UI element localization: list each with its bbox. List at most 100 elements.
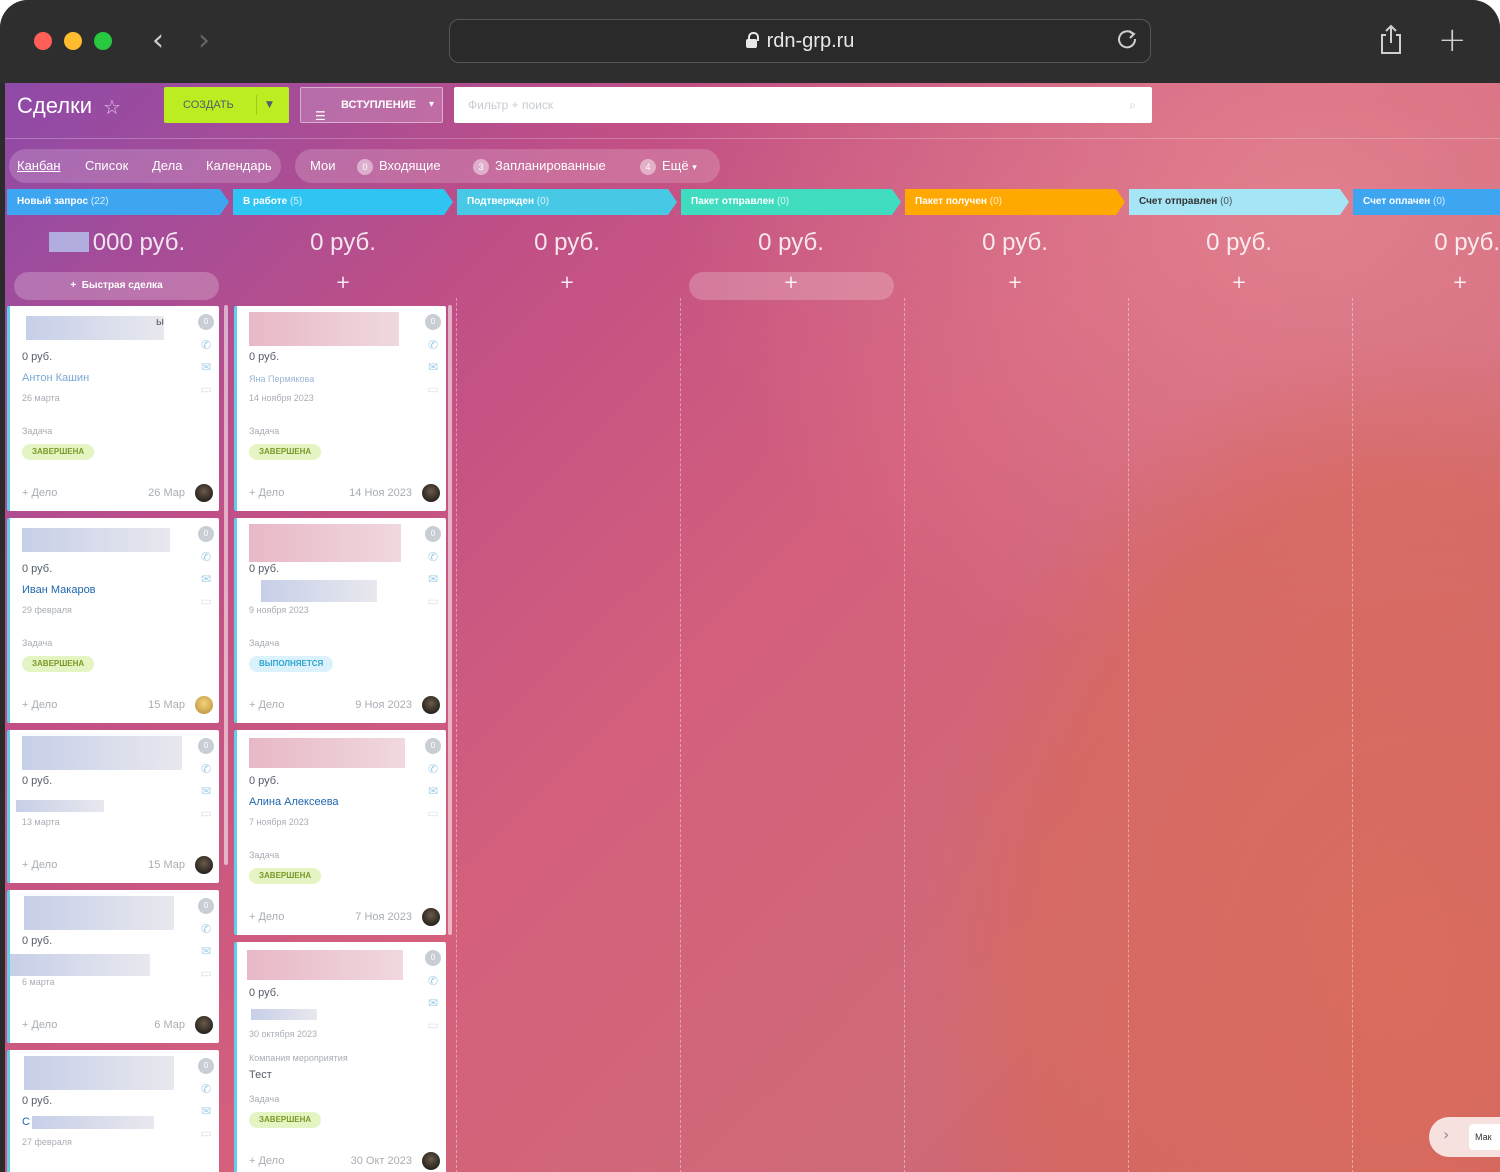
mail-icon[interactable]: ✉: [199, 784, 213, 798]
avatar[interactable]: [422, 1152, 440, 1170]
status-circle-icon[interactable]: 0: [425, 314, 441, 330]
add-deal-button[interactable]: +: [681, 272, 901, 293]
tab-list[interactable]: Список: [85, 158, 128, 173]
mail-icon[interactable]: ✉: [426, 360, 440, 374]
quick-deal-button[interactable]: + Быстрая сделка: [14, 272, 219, 300]
tab-kanban[interactable]: Канбан: [17, 158, 61, 173]
filter-more[interactable]: 4 Ещё ▾: [640, 158, 697, 175]
phone-icon[interactable]: ✆: [199, 762, 213, 776]
chat-icon[interactable]: ▭: [199, 382, 213, 396]
chat-icon[interactable]: ▭: [426, 1018, 440, 1032]
avatar[interactable]: [195, 696, 213, 714]
chat-icon[interactable]: ▭: [199, 966, 213, 980]
chat-icon[interactable]: ▭: [199, 1126, 213, 1140]
chat-icon[interactable]: ▭: [426, 382, 440, 396]
phone-icon[interactable]: ✆: [426, 762, 440, 776]
deal-contact[interactable]: Иван Макаров: [22, 584, 96, 596]
create-button[interactable]: СОЗДАТЬ ▼: [164, 87, 289, 123]
add-deal-button[interactable]: +: [1129, 272, 1349, 293]
close-window-button[interactable]: [34, 32, 52, 50]
tab-tasks[interactable]: Дела: [152, 158, 182, 173]
deal-card[interactable]: 0 ✆ ✉ ▭ 0 руб. С 27 февраля: [7, 1050, 219, 1172]
add-activity-link[interactable]: + Дело: [22, 859, 57, 871]
mail-icon[interactable]: ✉: [426, 996, 440, 1010]
column-header-in-progress[interactable]: В работе (5): [233, 189, 453, 215]
add-activity-link[interactable]: + Дело: [249, 699, 284, 711]
chat-icon[interactable]: ▭: [199, 806, 213, 820]
deal-contact[interactable]: С: [22, 1116, 30, 1128]
add-deal-button[interactable]: +: [1350, 272, 1500, 293]
deal-card[interactable]: 0 ✆ ✉ ▭ 0 руб. 6 марта + Дело 6 Мар: [7, 890, 219, 1043]
status-circle-icon[interactable]: 0: [198, 1058, 214, 1074]
add-activity-link[interactable]: + Дело: [249, 1155, 284, 1167]
avatar[interactable]: [422, 908, 440, 926]
avatar[interactable]: [195, 856, 213, 874]
deal-card[interactable]: 0 ✆ ✉ ▭ 0 руб. Алина Алексеева 7 ноября …: [234, 730, 446, 935]
status-circle-icon[interactable]: 0: [425, 950, 441, 966]
favorite-star-icon[interactable]: ☆: [103, 95, 121, 119]
phone-icon[interactable]: ✆: [199, 338, 213, 352]
phone-icon[interactable]: ✆: [426, 338, 440, 352]
avatar[interactable]: [195, 1016, 213, 1034]
column-header-package-sent[interactable]: Пакет отправлен (0): [681, 189, 901, 215]
search-icon[interactable]: ⌕: [1129, 87, 1136, 123]
phone-icon[interactable]: ✆: [199, 550, 213, 564]
add-activity-link[interactable]: + Дело: [22, 699, 57, 711]
mail-icon[interactable]: ✉: [199, 360, 213, 374]
chat-widget[interactable]: › Мак: [1429, 1117, 1500, 1157]
back-icon[interactable]: ‹: [152, 24, 164, 58]
column-header-confirmed[interactable]: Подтвержден (0): [457, 189, 677, 215]
add-activity-link[interactable]: + Дело: [249, 911, 284, 923]
share-icon[interactable]: [1378, 24, 1404, 56]
chat-icon[interactable]: ▭: [426, 806, 440, 820]
deal-card[interactable]: 0 ✆ ✉ ▭ 0 руб. Иван Макаров 29 февраля З…: [7, 518, 219, 723]
create-dropdown-icon[interactable]: ▼: [266, 87, 273, 123]
column-header-package-received[interactable]: Пакет получен (0): [905, 189, 1125, 215]
chat-icon[interactable]: ▭: [426, 594, 440, 608]
phone-icon[interactable]: ✆: [426, 974, 440, 988]
minimize-window-button[interactable]: [64, 32, 82, 50]
avatar[interactable]: [195, 484, 213, 502]
chat-icon[interactable]: ▭: [199, 594, 213, 608]
avatar[interactable]: [422, 696, 440, 714]
tab-calendar[interactable]: Календарь: [206, 158, 272, 173]
mail-icon[interactable]: ✉: [426, 572, 440, 586]
forward-icon[interactable]: ›: [198, 24, 210, 58]
filter-mine[interactable]: Мои: [310, 158, 335, 173]
phone-icon[interactable]: ✆: [426, 550, 440, 564]
deal-card[interactable]: 0 ✆ ✉ ▭ 0 руб. Яна Пермякова 14 ноября 2…: [234, 306, 446, 511]
column-scrollbar[interactable]: [448, 305, 452, 935]
status-circle-icon[interactable]: 0: [425, 526, 441, 542]
status-circle-icon[interactable]: 0: [198, 898, 214, 914]
address-bar[interactable]: rdn-grp.ru: [449, 19, 1151, 63]
deal-card[interactable]: 0 ✆ ✉ ▭ 0 руб. 30 октября 2023 Компания …: [234, 942, 446, 1172]
add-deal-button[interactable]: +: [457, 272, 677, 293]
deal-card[interactable]: 0 ✆ ✉ ▭ 0 руб. 13 марта + Дело 15 Мар: [7, 730, 219, 883]
deal-contact[interactable]: Антон Кашин: [22, 372, 89, 384]
new-tab-button[interactable]: +: [1438, 20, 1467, 60]
deal-card[interactable]: 0 ✆ ✉ ▭ 0 руб. 9 ноября 2023 Задача ВЫПО…: [234, 518, 446, 723]
add-activity-link[interactable]: + Дело: [249, 487, 284, 499]
phone-icon[interactable]: ✆: [199, 1082, 213, 1096]
deal-card[interactable]: ы 0 ✆ ✉ ▭ 0 руб. Антон Кашин 26 марта За…: [7, 306, 219, 511]
mail-icon[interactable]: ✉: [426, 784, 440, 798]
add-deal-button[interactable]: +: [905, 272, 1125, 293]
add-activity-link[interactable]: + Дело: [22, 487, 57, 499]
filter-planned[interactable]: 3 Запланированные: [473, 158, 606, 175]
phone-icon[interactable]: ✆: [199, 922, 213, 936]
column-header-invoice-sent[interactable]: Счет отправлен (0): [1129, 189, 1349, 215]
chevron-right-icon[interactable]: ›: [1443, 1125, 1449, 1144]
deal-contact[interactable]: Алина Алексеева: [249, 796, 339, 808]
status-circle-icon[interactable]: 0: [198, 526, 214, 542]
reload-icon[interactable]: [1116, 28, 1138, 50]
deal-contact[interactable]: Яна Пермякова: [249, 374, 314, 384]
filter-preset-button[interactable]: ☰ ВСТУПЛЕНИЕ ▾: [300, 87, 443, 123]
mail-icon[interactable]: ✉: [199, 944, 213, 958]
add-activity-link[interactable]: + Дело: [22, 1019, 57, 1031]
mail-icon[interactable]: ✉: [199, 1104, 213, 1118]
column-header-new-request[interactable]: Новый запрос (22): [7, 189, 229, 215]
status-circle-icon[interactable]: 0: [425, 738, 441, 754]
add-deal-button[interactable]: +: [233, 272, 453, 293]
mail-icon[interactable]: ✉: [199, 572, 213, 586]
column-header-invoice-paid[interactable]: Счет оплачен (0): [1353, 189, 1500, 215]
